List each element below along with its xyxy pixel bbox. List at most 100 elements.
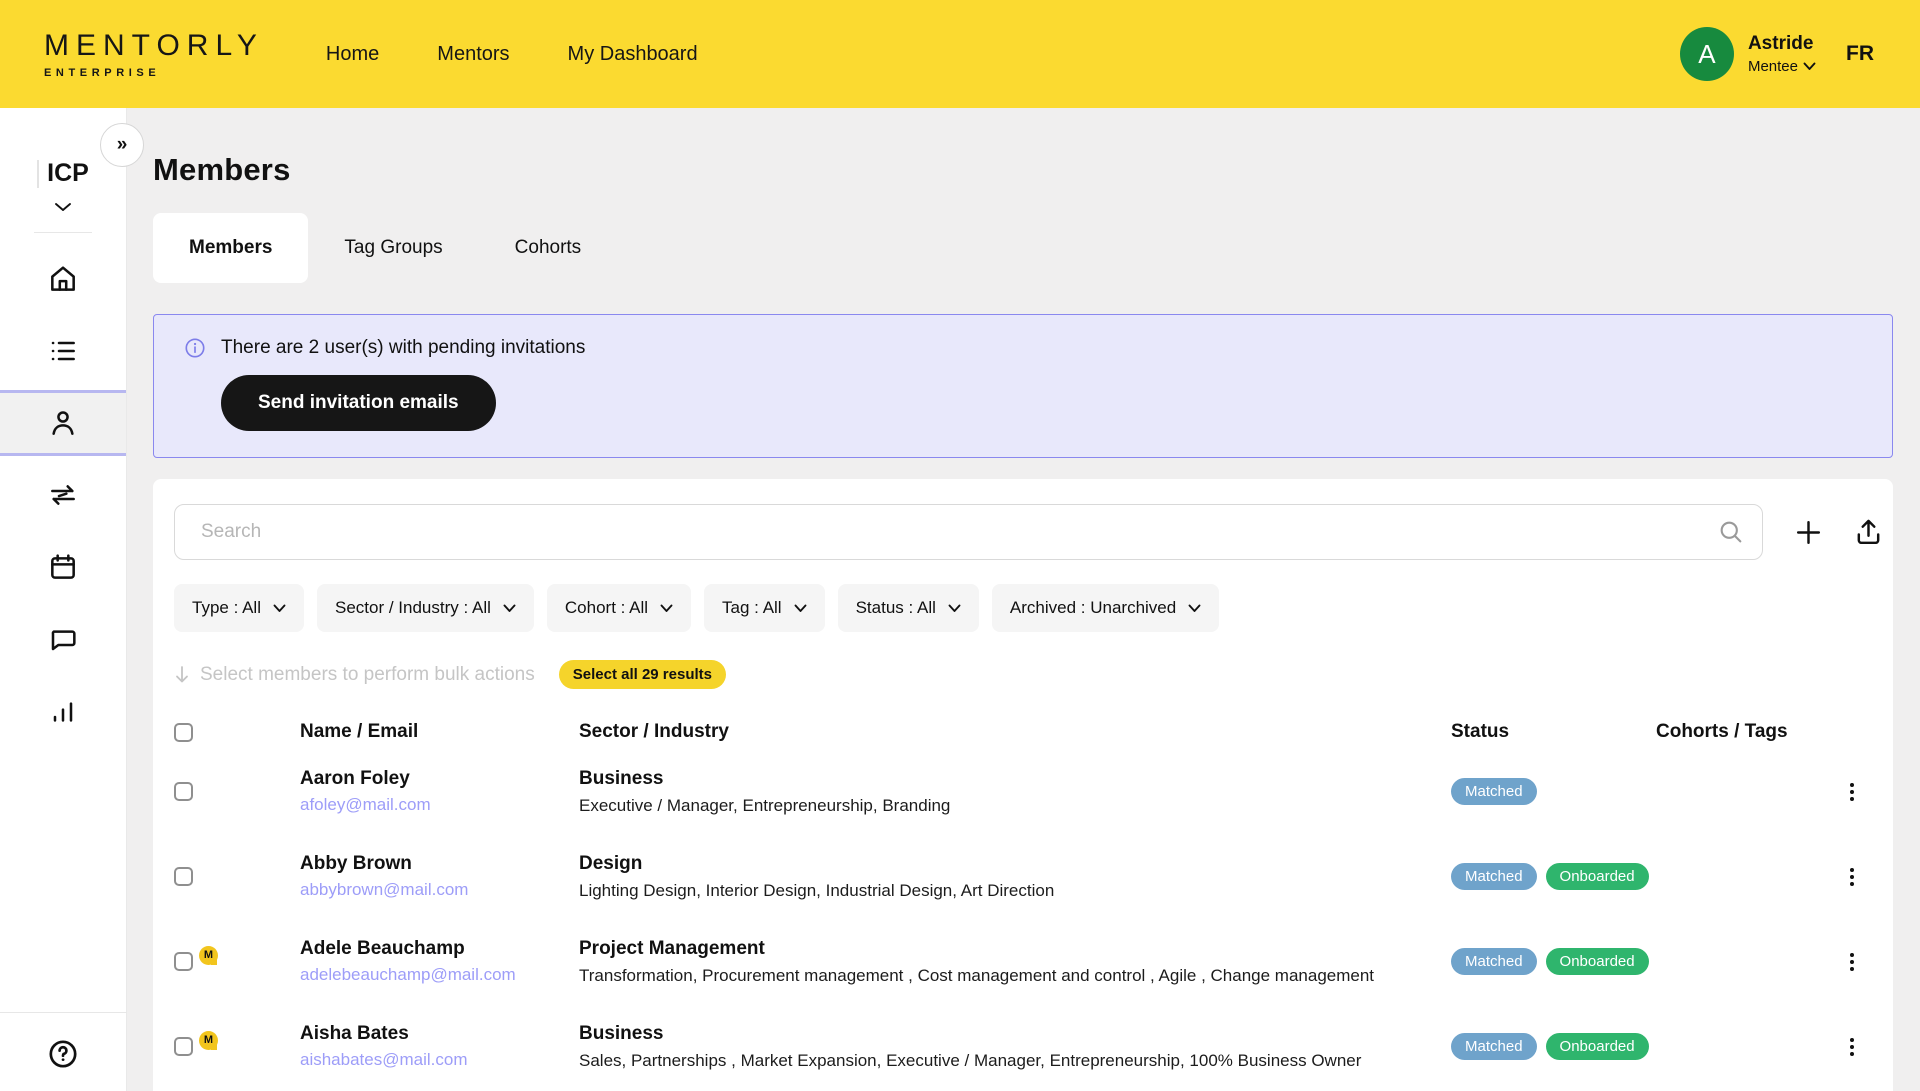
chevron-down-icon bbox=[1188, 604, 1201, 613]
bulk-actions-row: Select members to perform bulk actions S… bbox=[174, 660, 1872, 689]
sidebar-item-matches[interactable] bbox=[0, 462, 126, 528]
add-member-button[interactable] bbox=[1793, 517, 1824, 548]
mentor-badge: M bbox=[199, 946, 218, 965]
status-badges: Matched Onboarded bbox=[1451, 863, 1832, 890]
col-cohorts-tags: Cohorts / Tags bbox=[1656, 721, 1832, 743]
main-content: Members Members Tag Groups Cohorts There… bbox=[127, 108, 1920, 1091]
reports-icon bbox=[47, 695, 79, 727]
org-name: ICP bbox=[37, 160, 89, 188]
sidebar-item-home[interactable] bbox=[0, 246, 126, 312]
search-icon[interactable] bbox=[1717, 518, 1745, 546]
members-card: Type : All Sector / Industry : All Cohort … bbox=[153, 479, 1893, 1091]
member-sector: Design bbox=[579, 853, 1451, 875]
user-role-label: Mentee bbox=[1748, 58, 1798, 75]
nav-home[interactable]: Home bbox=[326, 43, 379, 66]
status-badge: Matched bbox=[1451, 863, 1537, 890]
table-row: Abby Brown abbybrown@mail.com Design Lig… bbox=[174, 834, 1872, 919]
top-header: MENTORLY ENTERPRISE Home Mentors My Dash… bbox=[0, 0, 1920, 108]
sidebar-expand-button[interactable]: » bbox=[100, 123, 144, 167]
col-name-email: Name / Email bbox=[300, 721, 579, 743]
filter-chip[interactable]: Sector / Industry : All bbox=[317, 584, 534, 632]
export-button[interactable] bbox=[1853, 517, 1884, 548]
tab-cohorts[interactable]: Cohorts bbox=[479, 213, 618, 283]
member-sector: Project Management bbox=[579, 938, 1451, 960]
member-email[interactable]: afoley@mail.com bbox=[300, 795, 579, 815]
brand-logo[interactable]: MENTORLY ENTERPRISE bbox=[44, 29, 264, 79]
sidebar-item-help[interactable] bbox=[46, 1023, 80, 1085]
app: MENTORLY ENTERPRISE Home Mentors My Dash… bbox=[0, 0, 1920, 1091]
status-badge: Onboarded bbox=[1546, 863, 1649, 890]
row-checkbox[interactable] bbox=[174, 867, 193, 886]
row-menu-button[interactable] bbox=[1832, 868, 1872, 886]
member-email[interactable]: abbybrown@mail.com bbox=[300, 880, 579, 900]
sidebar-divider bbox=[34, 232, 92, 233]
row-menu-button[interactable] bbox=[1832, 1038, 1872, 1056]
send-invitations-button[interactable]: Send invitation emails bbox=[221, 375, 496, 431]
filter-chip[interactable]: Cohort : All bbox=[547, 584, 691, 632]
member-name: Aaron Foley bbox=[300, 768, 579, 790]
sidebar: » ICP bbox=[0, 108, 127, 1091]
filter-bar: Type : All Sector / Industry : All Cohort … bbox=[174, 584, 1872, 632]
home-icon bbox=[47, 263, 79, 295]
chevron-down-icon bbox=[660, 604, 673, 613]
select-all-button[interactable]: Select all 29 results bbox=[559, 660, 726, 689]
info-icon bbox=[184, 337, 206, 359]
brand-subtitle: ENTERPRISE bbox=[44, 67, 264, 79]
filter-chip[interactable]: Status : All bbox=[838, 584, 979, 632]
row-checkbox[interactable] bbox=[174, 1037, 193, 1056]
status-badge: Matched bbox=[1451, 948, 1537, 975]
search-input[interactable] bbox=[174, 504, 1763, 560]
row-checkbox[interactable] bbox=[174, 952, 193, 971]
status-badge: Matched bbox=[1451, 778, 1537, 805]
help-icon bbox=[46, 1037, 80, 1071]
org-selector[interactable]: ICP bbox=[37, 160, 89, 212]
table-row: Aaron Foley afoley@mail.com Business Exe… bbox=[174, 749, 1872, 834]
sidebar-item-messages[interactable] bbox=[0, 606, 126, 672]
sidebar-item-list[interactable] bbox=[0, 318, 126, 384]
table-row: M Adele Beauchamp adelebeauchamp@mail.co… bbox=[174, 919, 1872, 1004]
bulk-hint: Select members to perform bulk actions bbox=[174, 664, 535, 686]
sidebar-item-members[interactable] bbox=[0, 390, 126, 456]
status-badges: MatchedOnboarded bbox=[1451, 948, 1832, 975]
user-avatar[interactable]: A bbox=[1680, 27, 1734, 81]
banner-text: There are 2 user(s) with pending invitat… bbox=[221, 337, 585, 359]
sidebar-item-reports[interactable] bbox=[0, 678, 126, 744]
member-detail: Sales, Partnerships , Market Expansion, … bbox=[579, 1051, 1451, 1071]
member-name: Adele Beauchamp bbox=[300, 938, 579, 960]
matches-icon bbox=[47, 479, 79, 511]
page-title: Members bbox=[153, 152, 1893, 188]
language-switcher[interactable]: FR bbox=[1846, 42, 1874, 66]
nav-mentors[interactable]: Mentors bbox=[437, 43, 509, 66]
row-menu-button[interactable] bbox=[1832, 783, 1872, 801]
arrow-down-icon bbox=[174, 665, 190, 685]
filter-chip[interactable]: Archived : Unarchived bbox=[992, 584, 1219, 632]
brand-title: MENTORLY bbox=[44, 29, 264, 63]
member-email[interactable]: adelebeauchamp@mail.com bbox=[300, 965, 579, 985]
filter-chip[interactable]: Type : All bbox=[174, 584, 304, 632]
member-detail: Executive / Manager, Entrepreneurship, B… bbox=[579, 796, 1451, 816]
status-badge: Onboarded bbox=[1546, 1033, 1649, 1060]
table-row: M Aisha Bates aishabates@mail.com Busine… bbox=[174, 1004, 1872, 1089]
sidebar-divider bbox=[0, 1012, 127, 1013]
sidebar-item-sessions[interactable] bbox=[0, 534, 126, 600]
member-rows: Aaron Foley afoley@mail.com Business Exe… bbox=[174, 749, 1872, 1089]
member-sector: Business bbox=[579, 1023, 1451, 1045]
user-role-dropdown[interactable]: Mentee bbox=[1748, 58, 1816, 75]
row-checkbox[interactable] bbox=[174, 782, 193, 801]
select-all-checkbox[interactable] bbox=[174, 723, 193, 742]
member-detail: Transformation, Procurement management ,… bbox=[579, 966, 1451, 986]
member-email[interactable]: aishabates@mail.com bbox=[300, 1050, 579, 1070]
chevron-down-icon bbox=[54, 202, 72, 212]
chevron-down-icon bbox=[948, 604, 961, 613]
tab-tag-groups[interactable]: Tag Groups bbox=[308, 213, 478, 283]
filter-chip[interactable]: Tag : All bbox=[704, 584, 825, 632]
calendar-icon bbox=[47, 551, 79, 583]
search-row bbox=[174, 504, 1872, 560]
sidebar-nav bbox=[0, 243, 126, 747]
user-meta: Astride Mentee bbox=[1748, 33, 1816, 75]
row-menu-button[interactable] bbox=[1832, 953, 1872, 971]
tabs: Members Tag Groups Cohorts bbox=[153, 213, 1893, 283]
nav-my-dashboard[interactable]: My Dashboard bbox=[568, 43, 698, 66]
tab-members[interactable]: Members bbox=[153, 213, 308, 283]
list-icon bbox=[47, 335, 79, 367]
